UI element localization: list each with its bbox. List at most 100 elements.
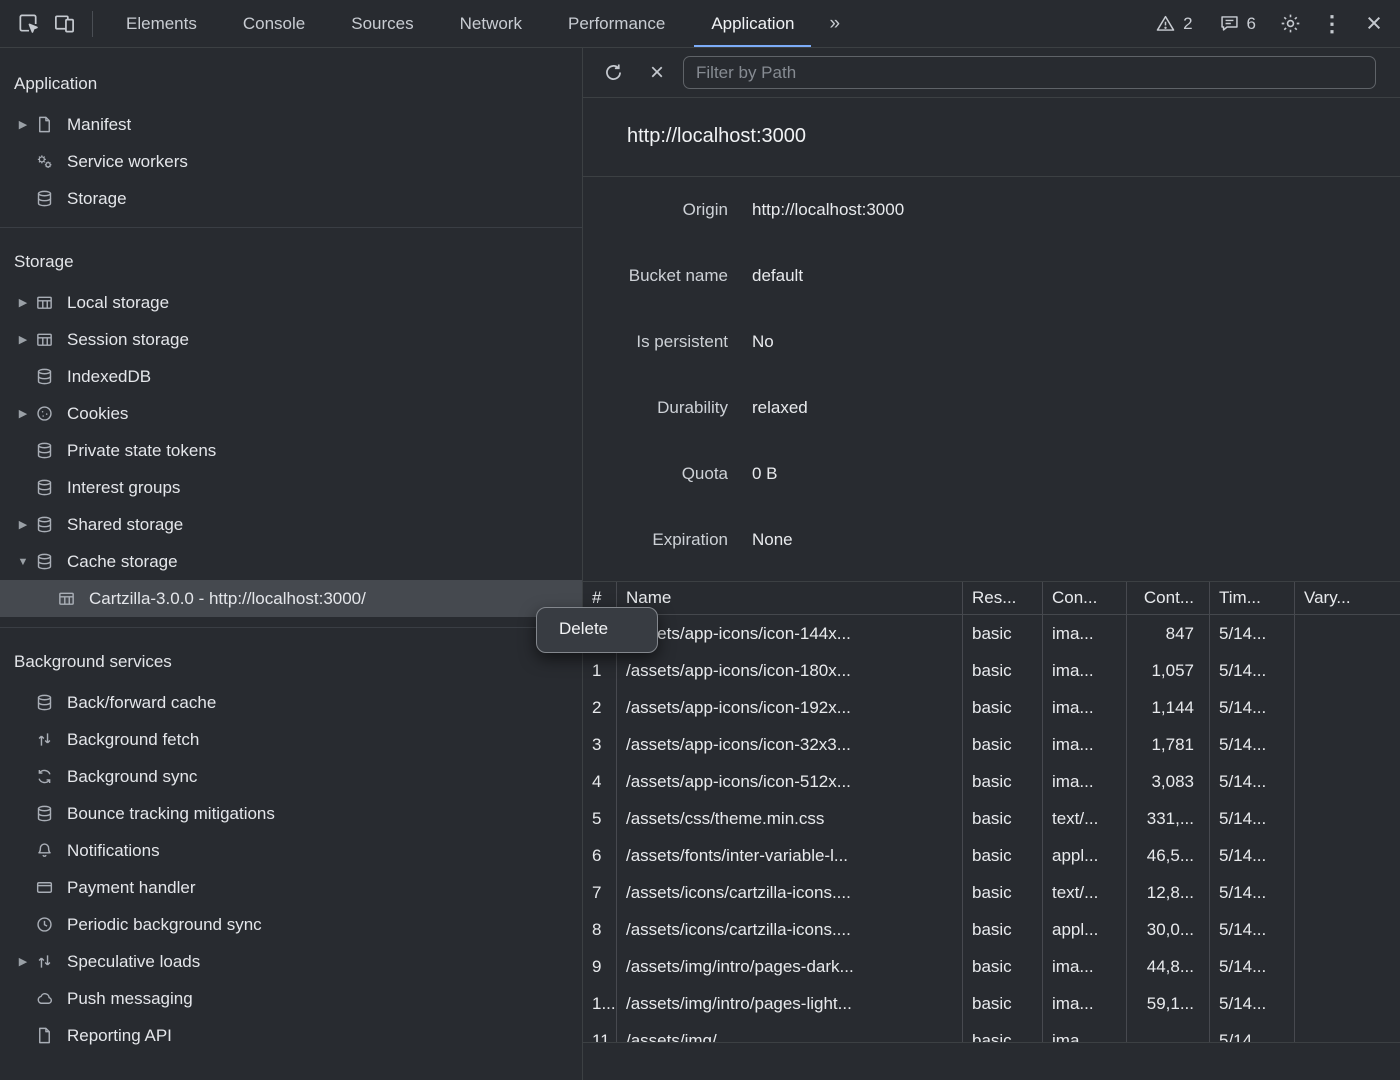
table-header-cell[interactable]: Vary... [1295,582,1400,614]
table-row[interactable]: 0/assets/app-icons/icon-144x...basicima.… [583,615,1400,652]
table-cell: 4 [583,763,617,800]
table-cell: 5/14... [1210,911,1295,948]
cache-panel-toolbar: × [583,48,1400,98]
chevron-down-icon[interactable]: ▼ [12,556,34,568]
sidebar-item-speculative-loads[interactable]: ▶Speculative loads [0,943,582,980]
table-cell: 3 [583,726,617,763]
table-cell: basic [963,837,1043,874]
tab-application[interactable]: Application [688,0,817,47]
table-cell: /assets/css/theme.min.css [617,800,963,837]
table-header-cell[interactable]: Con... [1043,582,1127,614]
table-cell [1295,1022,1400,1042]
filter-by-path-input[interactable] [683,56,1376,89]
table-header-cell[interactable]: Cont... [1127,582,1210,614]
warning-icon [1155,13,1176,34]
sidebar-item-periodic-background-sync[interactable]: Periodic background sync [0,906,582,943]
sidebar-item-manifest[interactable]: ▶Manifest [0,106,582,143]
sidebar-item-cache-storage[interactable]: ▼Cache storage [0,543,582,580]
sidebar-item-background-fetch[interactable]: Background fetch [0,721,582,758]
table-cell: appl... [1043,837,1127,874]
refresh-icon[interactable] [595,55,631,91]
table-cell: /assets/icons/cartzilla-icons.... [617,911,963,948]
table-row[interactable]: 4/assets/app-icons/icon-512x...basicima.… [583,763,1400,800]
chevron-right-icon[interactable]: ▶ [12,333,34,346]
clear-icon[interactable]: × [639,55,675,91]
table-row[interactable]: 6/assets/fonts/inter-variable-l...basica… [583,837,1400,874]
bell-icon [34,840,55,861]
sidebar-item-label: Back/forward cache [67,693,216,713]
chevron-right-icon[interactable]: ▶ [12,518,34,531]
chevron-right-icon[interactable]: ▶ [12,296,34,309]
sidebar-item-payment-handler[interactable]: Payment handler [0,869,582,906]
table-cell [1295,615,1400,652]
table-header-cell[interactable]: Name [617,582,963,614]
tab-performance[interactable]: Performance [545,0,688,47]
table-row[interactable]: 1.../assets/img/intro/pages-light...basi… [583,985,1400,1022]
metadata-row-quota: Quota0 B [583,441,1400,507]
table-cell: text/... [1043,800,1127,837]
table-row[interactable]: 5/assets/css/theme.min.cssbasictext/...3… [583,800,1400,837]
table-header-cell[interactable]: Res... [963,582,1043,614]
table-row[interactable]: 1/assets/app-icons/icon-180x...basicima.… [583,652,1400,689]
sidebar-item-indexeddb[interactable]: IndexedDB [0,358,582,395]
sidebar-item-local-storage[interactable]: ▶Local storage [0,284,582,321]
tab-sources[interactable]: Sources [328,0,436,47]
table-cell: 3,083 [1127,763,1210,800]
sidebar-item-storage[interactable]: Storage [0,180,582,217]
tab-network[interactable]: Network [437,0,545,47]
chevron-right-icon[interactable]: ▶ [12,118,34,131]
table-cell: /assets/icons/cartzilla-icons.... [617,874,963,911]
close-devtools-icon[interactable]: × [1356,6,1392,42]
table-cell: /assets/img/... [617,1022,963,1042]
sidebar-divider [0,627,582,628]
sidebar-item-shared-storage[interactable]: ▶Shared storage [0,506,582,543]
more-options-icon[interactable]: ⋮ [1314,6,1350,42]
table-row[interactable]: 7/assets/icons/cartzilla-icons....basict… [583,874,1400,911]
sidebar-item-push-messaging[interactable]: Push messaging [0,980,582,1017]
metadata-label: Is persistent [583,332,728,352]
metadata-label: Durability [583,398,728,418]
table-row[interactable]: 8/assets/icons/cartzilla-icons....basica… [583,911,1400,948]
tab-console[interactable]: Console [220,0,328,47]
sidebar-item-label: Private state tokens [67,441,216,461]
chevron-right-icon[interactable]: ▶ [12,407,34,420]
clock-icon [34,914,55,935]
settings-gear-icon[interactable] [1272,6,1308,42]
tab-elements[interactable]: Elements [103,0,220,47]
table-cell: /assets/img/intro/pages-dark... [617,948,963,985]
more-tabs-button[interactable]: » [817,13,852,35]
table-cell: basic [963,763,1043,800]
service-worker-icon [34,151,55,172]
sidebar-item-private-state-tokens[interactable]: Private state tokens [0,432,582,469]
issues-count: 6 [1247,14,1256,34]
table-row[interactable]: 2/assets/app-icons/icon-192x...basicima.… [583,689,1400,726]
table-row[interactable]: 11/assets/img/...basicima......5/14... [583,1022,1400,1042]
table-cell: 6 [583,837,617,874]
table-cell: 46,5... [1127,837,1210,874]
chevron-right-icon[interactable]: ▶ [12,955,34,968]
sidebar-item-cartzilla-3-0-0-http-localhost-3000[interactable]: Cartzilla-3.0.0 - http://localhost:3000/ [0,580,582,617]
table-cell: 30,0... [1127,911,1210,948]
sidebar-item-back-forward-cache[interactable]: Back/forward cache [0,684,582,721]
sidebar-item-session-storage[interactable]: ▶Session storage [0,321,582,358]
warnings-counter[interactable]: 2 [1145,13,1202,34]
sidebar-item-notifications[interactable]: Notifications [0,832,582,869]
table-cell: /assets/app-icons/icon-32x3... [617,726,963,763]
inspect-element-icon[interactable] [10,6,46,42]
sidebar-item-service-workers[interactable]: Service workers [0,143,582,180]
sidebar-item-background-sync[interactable]: Background sync [0,758,582,795]
table-header-row: #NameRes...Con...Cont...Tim...Vary... [583,582,1400,615]
table-cell: basic [963,800,1043,837]
context-menu-delete[interactable]: Delete [542,613,652,647]
table-header-cell[interactable]: Tim... [1210,582,1295,614]
sidebar-item-reporting-api[interactable]: Reporting API [0,1017,582,1054]
sidebar-item-label: Periodic background sync [67,915,262,935]
sidebar-item-cookies[interactable]: ▶Cookies [0,395,582,432]
device-toolbar-icon[interactable] [46,6,82,42]
issues-counter[interactable]: 6 [1209,13,1266,34]
table-cell: 9 [583,948,617,985]
table-row[interactable]: 9/assets/img/intro/pages-dark...basicima… [583,948,1400,985]
sidebar-item-interest-groups[interactable]: Interest groups [0,469,582,506]
sidebar-item-bounce-tracking-mitigations[interactable]: Bounce tracking mitigations [0,795,582,832]
table-row[interactable]: 3/assets/app-icons/icon-32x3...basicima.… [583,726,1400,763]
